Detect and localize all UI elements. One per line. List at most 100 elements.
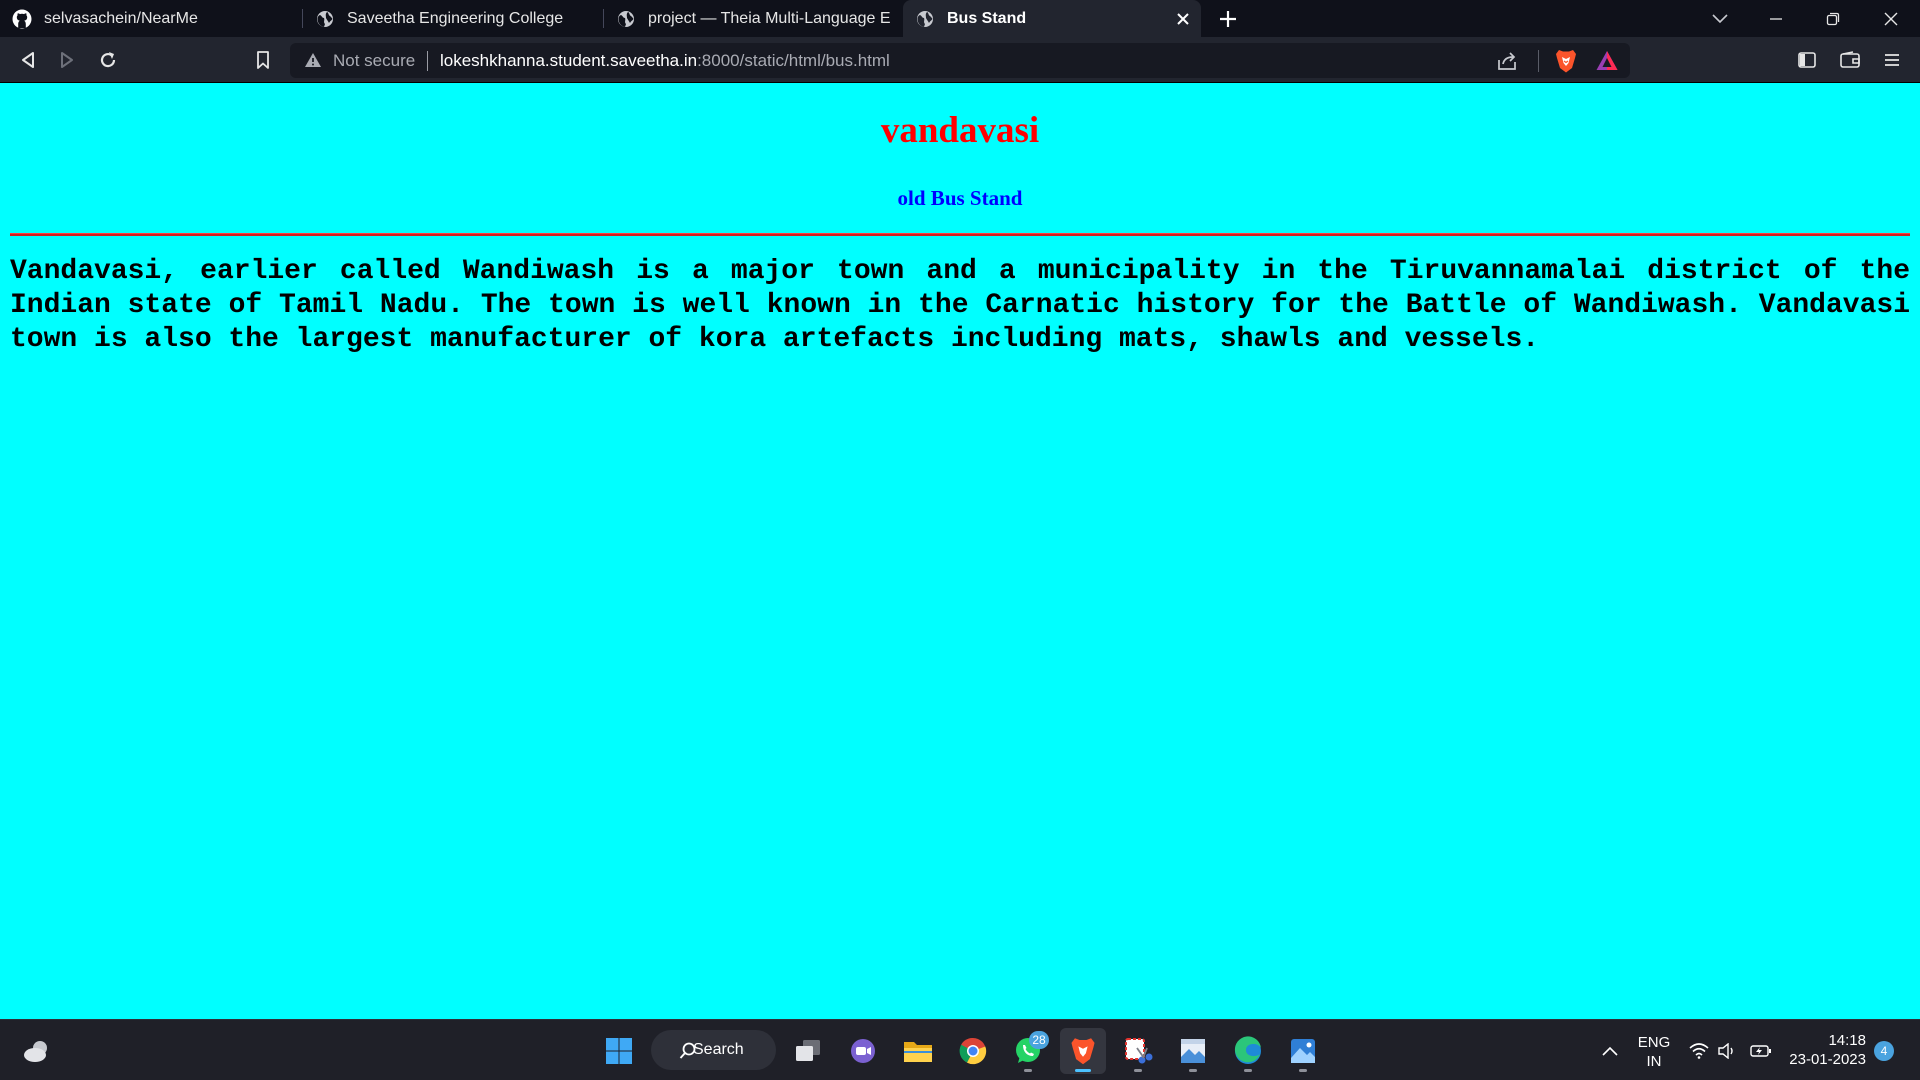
- brave-shields-icon[interactable]: [1554, 48, 1578, 74]
- photos-icon: [1291, 1039, 1315, 1063]
- folder-icon: [904, 1042, 932, 1062]
- weather-cloud-icon: [24, 1041, 47, 1062]
- running-indicator: [1189, 1069, 1197, 1072]
- weather-widget[interactable]: [14, 1028, 60, 1074]
- edge-button[interactable]: [1225, 1028, 1271, 1074]
- forward-arrow-icon: [61, 52, 73, 68]
- restore-icon: [1826, 12, 1840, 25]
- tab-title: selvasachein/NearMe: [44, 9, 198, 27]
- running-indicator: [1244, 1069, 1252, 1072]
- tab-theia-project[interactable]: project — Theia Multi-Language Exam: [604, 0, 902, 37]
- globe-icon: [315, 9, 335, 29]
- chevron-up-icon: [1602, 1046, 1618, 1056]
- windows-taskbar: Search 28 ENG IN 14:18 23-01-2023 4: [0, 1019, 1920, 1080]
- address-bar[interactable]: Not secure lokeshkhanna.student.saveetha…: [290, 43, 1630, 78]
- photos-button[interactable]: [1280, 1028, 1326, 1074]
- close-tab-icon[interactable]: [1172, 8, 1193, 29]
- whatsapp-badge: 28: [1029, 1031, 1049, 1049]
- chevron-down-icon: [1712, 13, 1728, 23]
- url-path: :8000/static/html/bus.html: [697, 51, 890, 70]
- address-divider: [427, 51, 428, 71]
- url-text[interactable]: lokeshkhanna.student.saveetha.in:8000/st…: [440, 51, 890, 71]
- start-button[interactable]: [596, 1028, 642, 1074]
- share-icon[interactable]: [1496, 50, 1518, 72]
- task-view-button[interactable]: [785, 1028, 831, 1074]
- reload-icon: [100, 52, 116, 68]
- brave-browser-button[interactable]: [1060, 1028, 1106, 1074]
- globe-icon: [616, 9, 636, 29]
- taskbar-search[interactable]: Search: [651, 1030, 776, 1070]
- snipping-tool-button[interactable]: [1115, 1028, 1161, 1074]
- volume-icon: [1718, 1043, 1733, 1059]
- search-icon: [679, 1042, 696, 1059]
- whatsapp-button[interactable]: 28: [1005, 1028, 1051, 1074]
- security-label[interactable]: Not secure: [333, 51, 415, 71]
- notification-count[interactable]: 4: [1874, 1041, 1894, 1061]
- tab-title: project — Theia Multi-Language Exam: [648, 9, 890, 27]
- wifi-icon: [1689, 1043, 1709, 1059]
- show-hidden-icons-button[interactable]: [1599, 1040, 1621, 1062]
- brave-icon: [1071, 1038, 1095, 1065]
- windows-logo-icon: [606, 1038, 632, 1064]
- wallet-button[interactable]: [1836, 46, 1864, 74]
- reload-button[interactable]: [94, 46, 122, 74]
- tab-strip: selvasachein/NearMe Saveetha Engineering…: [0, 0, 1920, 37]
- language-indicator[interactable]: ENG IN: [1636, 1033, 1672, 1071]
- new-tab-button[interactable]: [1214, 5, 1242, 33]
- hamburger-menu-icon: [1885, 54, 1899, 66]
- sidebar-toggle-button[interactable]: [1793, 46, 1821, 74]
- description-paragraph: Vandavasi, earlier called Wandiwash is a…: [10, 256, 1910, 355]
- github-icon: [12, 9, 32, 29]
- clock[interactable]: 14:18 23-01-2023: [1780, 1031, 1866, 1069]
- tab-search-button[interactable]: [1698, 0, 1742, 37]
- wifi-status[interactable]: [1688, 1040, 1710, 1062]
- brave-rewards-icon[interactable]: [1595, 49, 1619, 73]
- search-label: Search: [693, 1041, 744, 1058]
- bookmark-button[interactable]: [249, 46, 277, 74]
- tab-title: Saveetha Engineering College: [347, 9, 564, 27]
- task-view-icon: [796, 1040, 820, 1061]
- forward-button[interactable]: [53, 46, 81, 74]
- chrome-button[interactable]: [950, 1028, 996, 1074]
- chrome-icon: [959, 1037, 987, 1065]
- clock-time: 14:18: [1828, 1032, 1866, 1049]
- file-explorer-button[interactable]: [895, 1028, 941, 1074]
- teams-chat-button[interactable]: [840, 1028, 886, 1074]
- active-indicator: [1075, 1069, 1091, 1072]
- language-code: ENG: [1637, 1034, 1671, 1051]
- omnibox-divider: [1538, 50, 1539, 72]
- tab-saveetha[interactable]: Saveetha Engineering College: [303, 0, 601, 37]
- teams-chat-icon: [851, 1039, 875, 1063]
- web-page: vandavasi old Bus Stand Vandavasi, earli…: [0, 83, 1920, 1019]
- restore-button[interactable]: [1811, 0, 1855, 37]
- snipping-tool-icon: [1125, 1038, 1153, 1064]
- close-window-button[interactable]: [1869, 0, 1913, 37]
- battery-charging-icon: [1750, 1045, 1771, 1057]
- tab-title: Bus Stand: [947, 9, 1027, 27]
- tab-nearme[interactable]: selvasachein/NearMe: [0, 0, 300, 37]
- edge-icon: [1234, 1036, 1261, 1064]
- menu-button[interactable]: [1878, 46, 1906, 74]
- minimize-button[interactable]: [1754, 0, 1798, 37]
- close-icon: [1884, 12, 1898, 25]
- clock-date: 23-01-2023: [1789, 1051, 1866, 1068]
- back-button[interactable]: [14, 46, 42, 74]
- page-title: vandavasi: [880, 110, 1040, 151]
- wallet-icon: [1840, 51, 1860, 68]
- sidebar-icon: [1798, 52, 1816, 68]
- minimize-icon: [1770, 17, 1782, 20]
- url-host: lokeshkhanna.student.saveetha.in: [440, 51, 698, 70]
- volume-status[interactable]: [1716, 1040, 1738, 1062]
- paint-button[interactable]: [1170, 1028, 1216, 1074]
- running-indicator: [1024, 1069, 1032, 1072]
- warning-icon: [305, 53, 321, 67]
- running-indicator: [1134, 1069, 1142, 1072]
- battery-status[interactable]: [1750, 1040, 1772, 1062]
- page-subtitle: old Bus Stand: [897, 186, 1023, 210]
- horizontal-rule: [10, 233, 1910, 236]
- browser-toolbar: Not secure lokeshkhanna.student.saveetha…: [0, 37, 1920, 83]
- tab-bus-stand[interactable]: Bus Stand: [903, 0, 1201, 37]
- running-indicator: [1299, 1069, 1307, 1072]
- region-code: IN: [1646, 1053, 1662, 1070]
- bookmark-icon: [257, 51, 269, 69]
